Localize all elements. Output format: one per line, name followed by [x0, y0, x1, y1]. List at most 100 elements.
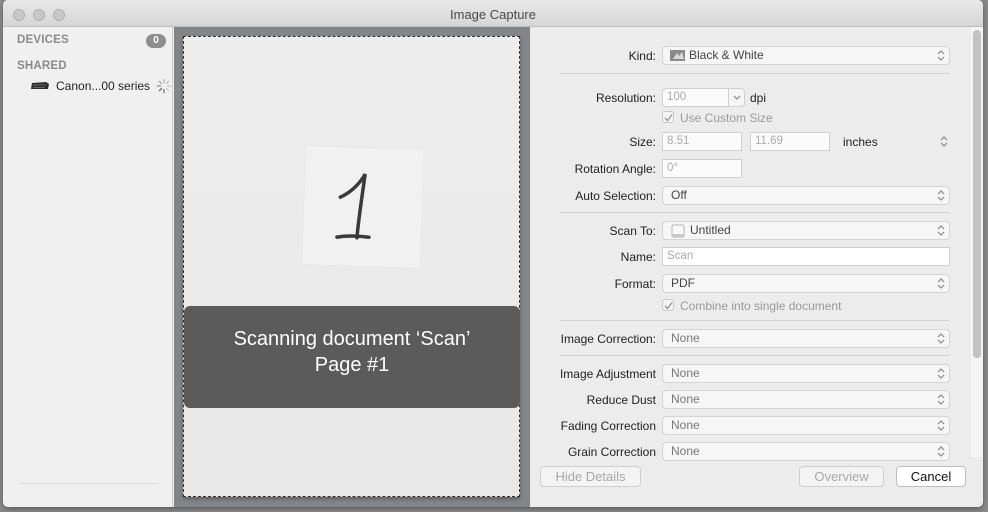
drive-icon: [671, 224, 685, 238]
image-adjustment-value: None: [671, 366, 700, 380]
details-scrollbar-thumb[interactable]: [973, 30, 981, 358]
size-width-input[interactable]: 8.51: [662, 132, 742, 151]
resolution-label: Resolution:: [595, 91, 656, 105]
grain-correction-popup[interactable]: None: [662, 442, 950, 461]
image-capture-window: Image Capture DEVICES 0 SHARED Canon...0…: [3, 0, 983, 507]
scan-preview-area: Scanning document ‘Scan’ Page #1: [174, 27, 530, 507]
sidebar-item-canon[interactable]: Canon...00 series: [27, 76, 173, 96]
handwritten-digit-one: [335, 173, 371, 240]
chevron-updown-icon: [937, 420, 945, 431]
reduce-dust-value: None: [671, 392, 700, 406]
kind-popup[interactable]: Black & White: [662, 46, 950, 65]
name-label: Name:: [620, 250, 656, 264]
name-row: Name: Scan: [531, 246, 961, 268]
window-title: Image Capture: [450, 7, 536, 22]
chevron-down-icon: [733, 95, 741, 100]
devices-header: DEVICES: [17, 34, 69, 46]
scan-details-panel: Kind: Black & White Resolution: 100 dpi …: [531, 27, 983, 507]
scanned-paper-note: [301, 145, 425, 269]
use-custom-size-label: Use Custom Size: [680, 111, 773, 125]
auto-selection-value: Off: [671, 188, 687, 202]
chevron-updown-icon: [937, 190, 945, 201]
image-correction-value: None: [671, 331, 700, 345]
scan-selection-rectangle[interactable]: Scanning document ‘Scan’ Page #1: [183, 36, 520, 497]
auto-selection-popup[interactable]: Off: [662, 186, 950, 205]
format-popup[interactable]: PDF: [662, 274, 950, 293]
format-row: Format: PDF: [531, 273, 961, 295]
combine-row: Combine into single document: [531, 296, 961, 318]
kind-row: Kind: Black & White: [531, 45, 961, 67]
chevron-updown-icon[interactable]: [940, 135, 948, 148]
device-sidebar: DEVICES 0 SHARED Canon...00 series: [3, 27, 173, 507]
reduce-dust-label: Reduce Dust: [586, 393, 656, 407]
kind-value: Black & White: [689, 48, 764, 62]
image-adjustment-popup[interactable]: None: [662, 364, 950, 383]
image-correction-label: Image Correction:: [560, 332, 656, 346]
chevron-updown-icon: [937, 333, 945, 344]
chevron-updown-icon: [937, 368, 945, 379]
chevron-updown-icon: [937, 446, 945, 457]
resolution-row: Resolution: 100 dpi: [531, 87, 961, 109]
name-input[interactable]: Scan: [662, 247, 950, 266]
size-height-input[interactable]: 11.69: [750, 132, 830, 151]
scan-to-row: Scan To: Untitled: [531, 220, 961, 242]
combine-checkbox[interactable]: [662, 299, 674, 311]
reduce-dust-row: Reduce Dust None: [531, 389, 961, 411]
loading-spinner-icon: [156, 78, 172, 94]
cancel-button[interactable]: Cancel: [896, 466, 966, 487]
auto-selection-label: Auto Selection:: [575, 189, 656, 203]
overview-button[interactable]: Overview: [799, 466, 884, 487]
size-label: Size:: [629, 135, 656, 149]
devices-count-badge: 0: [146, 34, 166, 48]
resolution-dropdown-button[interactable]: [729, 88, 745, 107]
section-divider: [560, 355, 950, 356]
image-adjustment-row: Image Adjustment None: [531, 363, 961, 385]
grain-correction-row: Grain Correction None: [531, 441, 961, 463]
chevron-updown-icon: [937, 225, 945, 236]
printer-icon: [31, 82, 49, 89]
section-divider: [560, 212, 950, 213]
format-value: PDF: [671, 276, 695, 290]
scanning-page-text: Page #1: [314, 354, 390, 376]
reduce-dust-popup[interactable]: None: [662, 390, 950, 409]
grain-correction-label: Grain Correction: [567, 445, 656, 459]
scanning-progress-overlay: Scanning document ‘Scan’ Page #1: [184, 306, 520, 408]
resolution-combo-input[interactable]: 100: [662, 88, 729, 107]
checkmark-icon: [664, 114, 673, 122]
hide-details-button[interactable]: Hide Details: [540, 466, 641, 487]
image-correction-row: Image Correction: None: [531, 328, 961, 350]
title-bar: Image Capture: [3, 0, 983, 27]
resolution-unit: dpi: [750, 91, 767, 105]
scan-to-value: Untitled: [690, 223, 731, 237]
checkmark-icon: [664, 302, 673, 310]
size-unit-popup[interactable]: inches: [843, 135, 878, 149]
fading-correction-label: Fading Correction: [560, 419, 656, 433]
fading-correction-value: None: [671, 418, 700, 432]
chevron-updown-icon: [937, 278, 945, 289]
rotation-angle-input[interactable]: 0°: [662, 159, 742, 178]
rotation-row: Rotation Angle: 0°: [531, 158, 961, 180]
combine-label: Combine into single document: [680, 299, 842, 313]
use-custom-size-checkbox[interactable]: [662, 111, 674, 123]
scan-to-popup[interactable]: Untitled: [662, 221, 950, 240]
auto-selection-row: Auto Selection: Off: [531, 185, 961, 207]
sidebar-divider: [19, 483, 159, 484]
image-correction-popup[interactable]: None: [662, 329, 950, 348]
section-divider: [560, 73, 950, 74]
section-divider: [560, 320, 950, 321]
kind-label: Kind:: [628, 49, 656, 63]
scanning-status-text: Scanning document ‘Scan’: [233, 328, 471, 350]
image-adjustment-label: Image Adjustment: [559, 367, 656, 381]
format-label: Format:: [614, 277, 656, 291]
device-label: Canon...00 series: [56, 79, 151, 93]
shared-header: SHARED: [17, 60, 67, 72]
size-row: Size: 8.51 11.69 inches: [531, 131, 961, 153]
chevron-updown-icon: [937, 50, 945, 61]
chevron-updown-icon: [937, 394, 945, 405]
fading-correction-row: Fading Correction None: [531, 415, 961, 437]
use-custom-size-row: Use Custom Size: [531, 108, 961, 130]
photo-icon: [670, 50, 685, 61]
fading-correction-popup[interactable]: None: [662, 416, 950, 435]
rotation-label: Rotation Angle:: [574, 162, 656, 176]
scan-to-label: Scan To:: [609, 224, 656, 238]
